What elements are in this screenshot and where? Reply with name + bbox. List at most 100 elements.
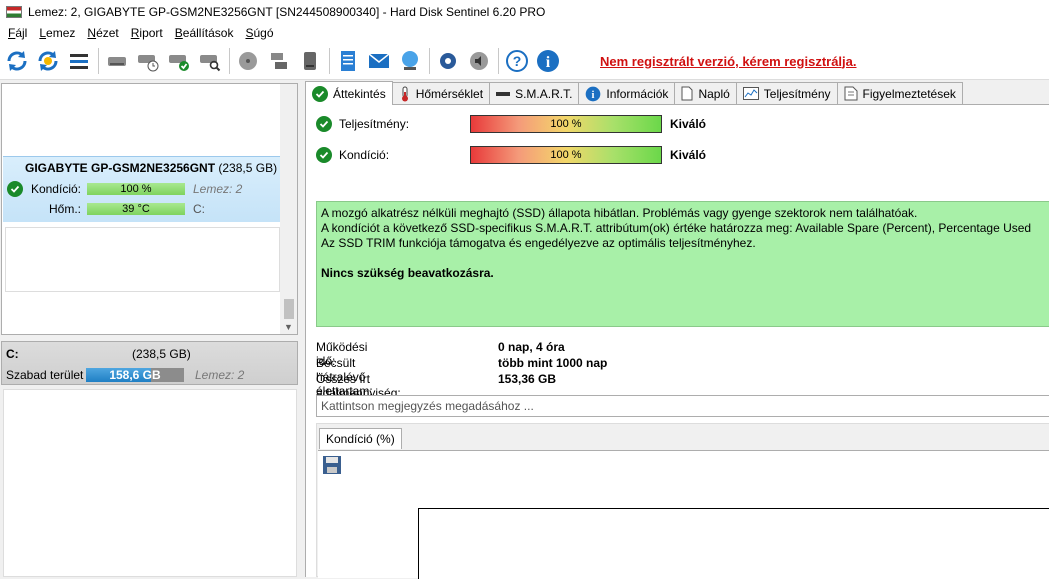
external-disk-icon (304, 52, 316, 70)
status-message-box: A mozgó alkatrész nélküli meghajtó (SSD)… (316, 201, 1049, 327)
overview-content: Teljesítmény: 100 % Kiváló Kondíció: 100… (305, 105, 1049, 579)
network-disk-icon (271, 53, 287, 69)
report-button[interactable] (335, 47, 361, 75)
toolbar-separator (329, 48, 330, 74)
chart-body (318, 450, 1049, 579)
disk-temp-row: Hőm.: 39 °C C: (3, 201, 281, 217)
disk-size: (238,5 GB) (218, 161, 278, 175)
hdd-search-icon (200, 55, 221, 72)
tab-overview[interactable]: Áttekintés (305, 81, 393, 105)
free-space-label: Szabad terület (6, 368, 84, 382)
comment-input[interactable]: Kattintson megjegyzés megadásához ... (316, 395, 1049, 417)
refresh-all-button[interactable] (35, 47, 61, 75)
disk-platter-icon (239, 52, 257, 70)
chevron-down-icon[interactable]: ▼ (284, 322, 293, 332)
sound-button[interactable] (466, 47, 492, 75)
online-button[interactable] (397, 47, 423, 75)
partition-size: (238,5 GB) (132, 347, 191, 361)
condition-chart-panel: Kondíció (%) (316, 423, 1049, 579)
disk-condition-row: Kondíció: 100 % Lemez: 2 (3, 181, 281, 197)
toolbar-separator (429, 48, 430, 74)
disk-list-scrollbar[interactable]: ▼ (280, 84, 297, 334)
partition-entry[interactable]: C: (238,5 GB) Szabad terület 158,6 GB Le… (1, 341, 298, 385)
network-disk-button[interactable] (266, 47, 292, 75)
toolbar-separator (498, 48, 499, 74)
tab-label: Hőmérséklet (415, 86, 484, 101)
check-icon (316, 147, 332, 163)
notepad-icon (341, 51, 355, 71)
disk-ok-button[interactable] (166, 47, 192, 75)
hdd-icon (108, 57, 126, 66)
question-icon: ? (506, 50, 528, 72)
free-space-value: 158,6 GB (109, 368, 161, 382)
help-button[interactable]: ? (504, 47, 530, 75)
hdd-check-icon (169, 55, 189, 71)
performance-bar: 100 % (470, 115, 662, 133)
list-icon (70, 54, 88, 69)
save-icon[interactable] (322, 455, 342, 475)
status-message-line: A mozgó alkatrész nélküli meghajtó (SSD)… (321, 206, 918, 220)
toolbar-separator (229, 48, 230, 74)
toolbar-separator (98, 48, 99, 74)
svg-text:i: i (546, 54, 551, 71)
settings-button[interactable] (435, 47, 461, 75)
smart-icon (496, 91, 511, 96)
window-title: Lemez: 2, GIGABYTE GP-GSM2NE3256GNT [SN2… (28, 4, 546, 19)
status-message-line: A kondíciót a következő SSD-specifikus S… (321, 221, 1032, 235)
menu-settings[interactable]: Beállítások (169, 26, 240, 40)
tab-information[interactable]: i Információk (578, 82, 676, 104)
disk-list: GIGABYTE GP-GSM2NE3256GNT (238,5 GB) Kon… (1, 83, 298, 335)
menu-view[interactable]: Nézet (81, 26, 124, 40)
speaker-icon (470, 52, 488, 70)
partition-detail-area (3, 389, 297, 577)
surface-test-button[interactable] (235, 47, 261, 75)
toolbar: ? i Nem regisztrált verzió, kérem regisz… (0, 43, 1049, 80)
tab-alerts[interactable]: Figyelmeztetések (836, 82, 963, 104)
check-icon (312, 85, 328, 102)
written-value: 153,36 GB (498, 372, 557, 386)
menu-file[interactable]: Fájl (2, 26, 33, 40)
tab-bar: Áttekintés Hőmérséklet S.M.A.R.T. i Info… (305, 81, 1049, 105)
tab-label: Napló (698, 86, 730, 101)
refresh-button[interactable] (4, 47, 30, 75)
disk-schedule-button[interactable] (135, 47, 161, 75)
email-button[interactable] (366, 47, 392, 75)
register-link[interactable]: Nem regisztrált verzió, kérem regisztrál… (600, 54, 857, 69)
condition-verdict: Kiváló (670, 148, 707, 162)
scroll-thumb[interactable] (284, 299, 294, 319)
temp-extra: C: (193, 202, 205, 216)
disk-list-button[interactable] (66, 47, 92, 75)
tab-performance[interactable]: Teljesítmény (735, 82, 838, 104)
tab-temperature[interactable]: Hőmérséklet (391, 82, 491, 104)
status-message-line: Az SSD TRIM funkciója támogatva és enged… (321, 236, 756, 250)
refresh-icon (7, 51, 27, 71)
tab-log[interactable]: Napló (674, 82, 737, 104)
condition-label: Kondíció: (30, 182, 81, 196)
external-disk-button[interactable] (297, 47, 323, 75)
disk-button[interactable] (104, 47, 130, 75)
alert-icon (844, 86, 857, 101)
temp-bar: 39 °C (87, 203, 185, 215)
tab-label: Áttekintés (333, 86, 386, 101)
menu-help[interactable]: Súgó (239, 26, 279, 40)
condition-label: Kondíció: (339, 148, 390, 162)
chart-tab-condition[interactable]: Kondíció (%) (319, 428, 402, 449)
title-bar: Lemez: 2, GIGABYTE GP-GSM2NE3256GNT [SN2… (0, 0, 1049, 23)
uptime-value: 0 nap, 4 óra (498, 340, 565, 354)
temp-label: Hőm.: (48, 202, 81, 216)
tab-label: Teljesítmény (763, 86, 831, 101)
log-icon (681, 86, 693, 101)
check-icon (316, 116, 332, 132)
menu-disk[interactable]: Lemez (33, 26, 81, 40)
svg-text:?: ? (513, 53, 522, 69)
disk-entry[interactable]: GIGABYTE GP-GSM2NE3256GNT (238,5 GB) Kon… (3, 156, 281, 222)
about-button[interactable]: i (535, 47, 561, 75)
refresh-all-icon (38, 51, 58, 71)
tab-smart[interactable]: S.M.A.R.T. (489, 82, 580, 104)
menu-report[interactable]: Riport (125, 26, 169, 40)
lifetime-value: több mint 1000 nap (498, 356, 608, 370)
condition-extra: Lemez: 2 (193, 182, 243, 196)
tab-label: S.M.A.R.T. (515, 86, 573, 101)
disk-search-button[interactable] (197, 47, 223, 75)
app-icon (6, 5, 22, 18)
